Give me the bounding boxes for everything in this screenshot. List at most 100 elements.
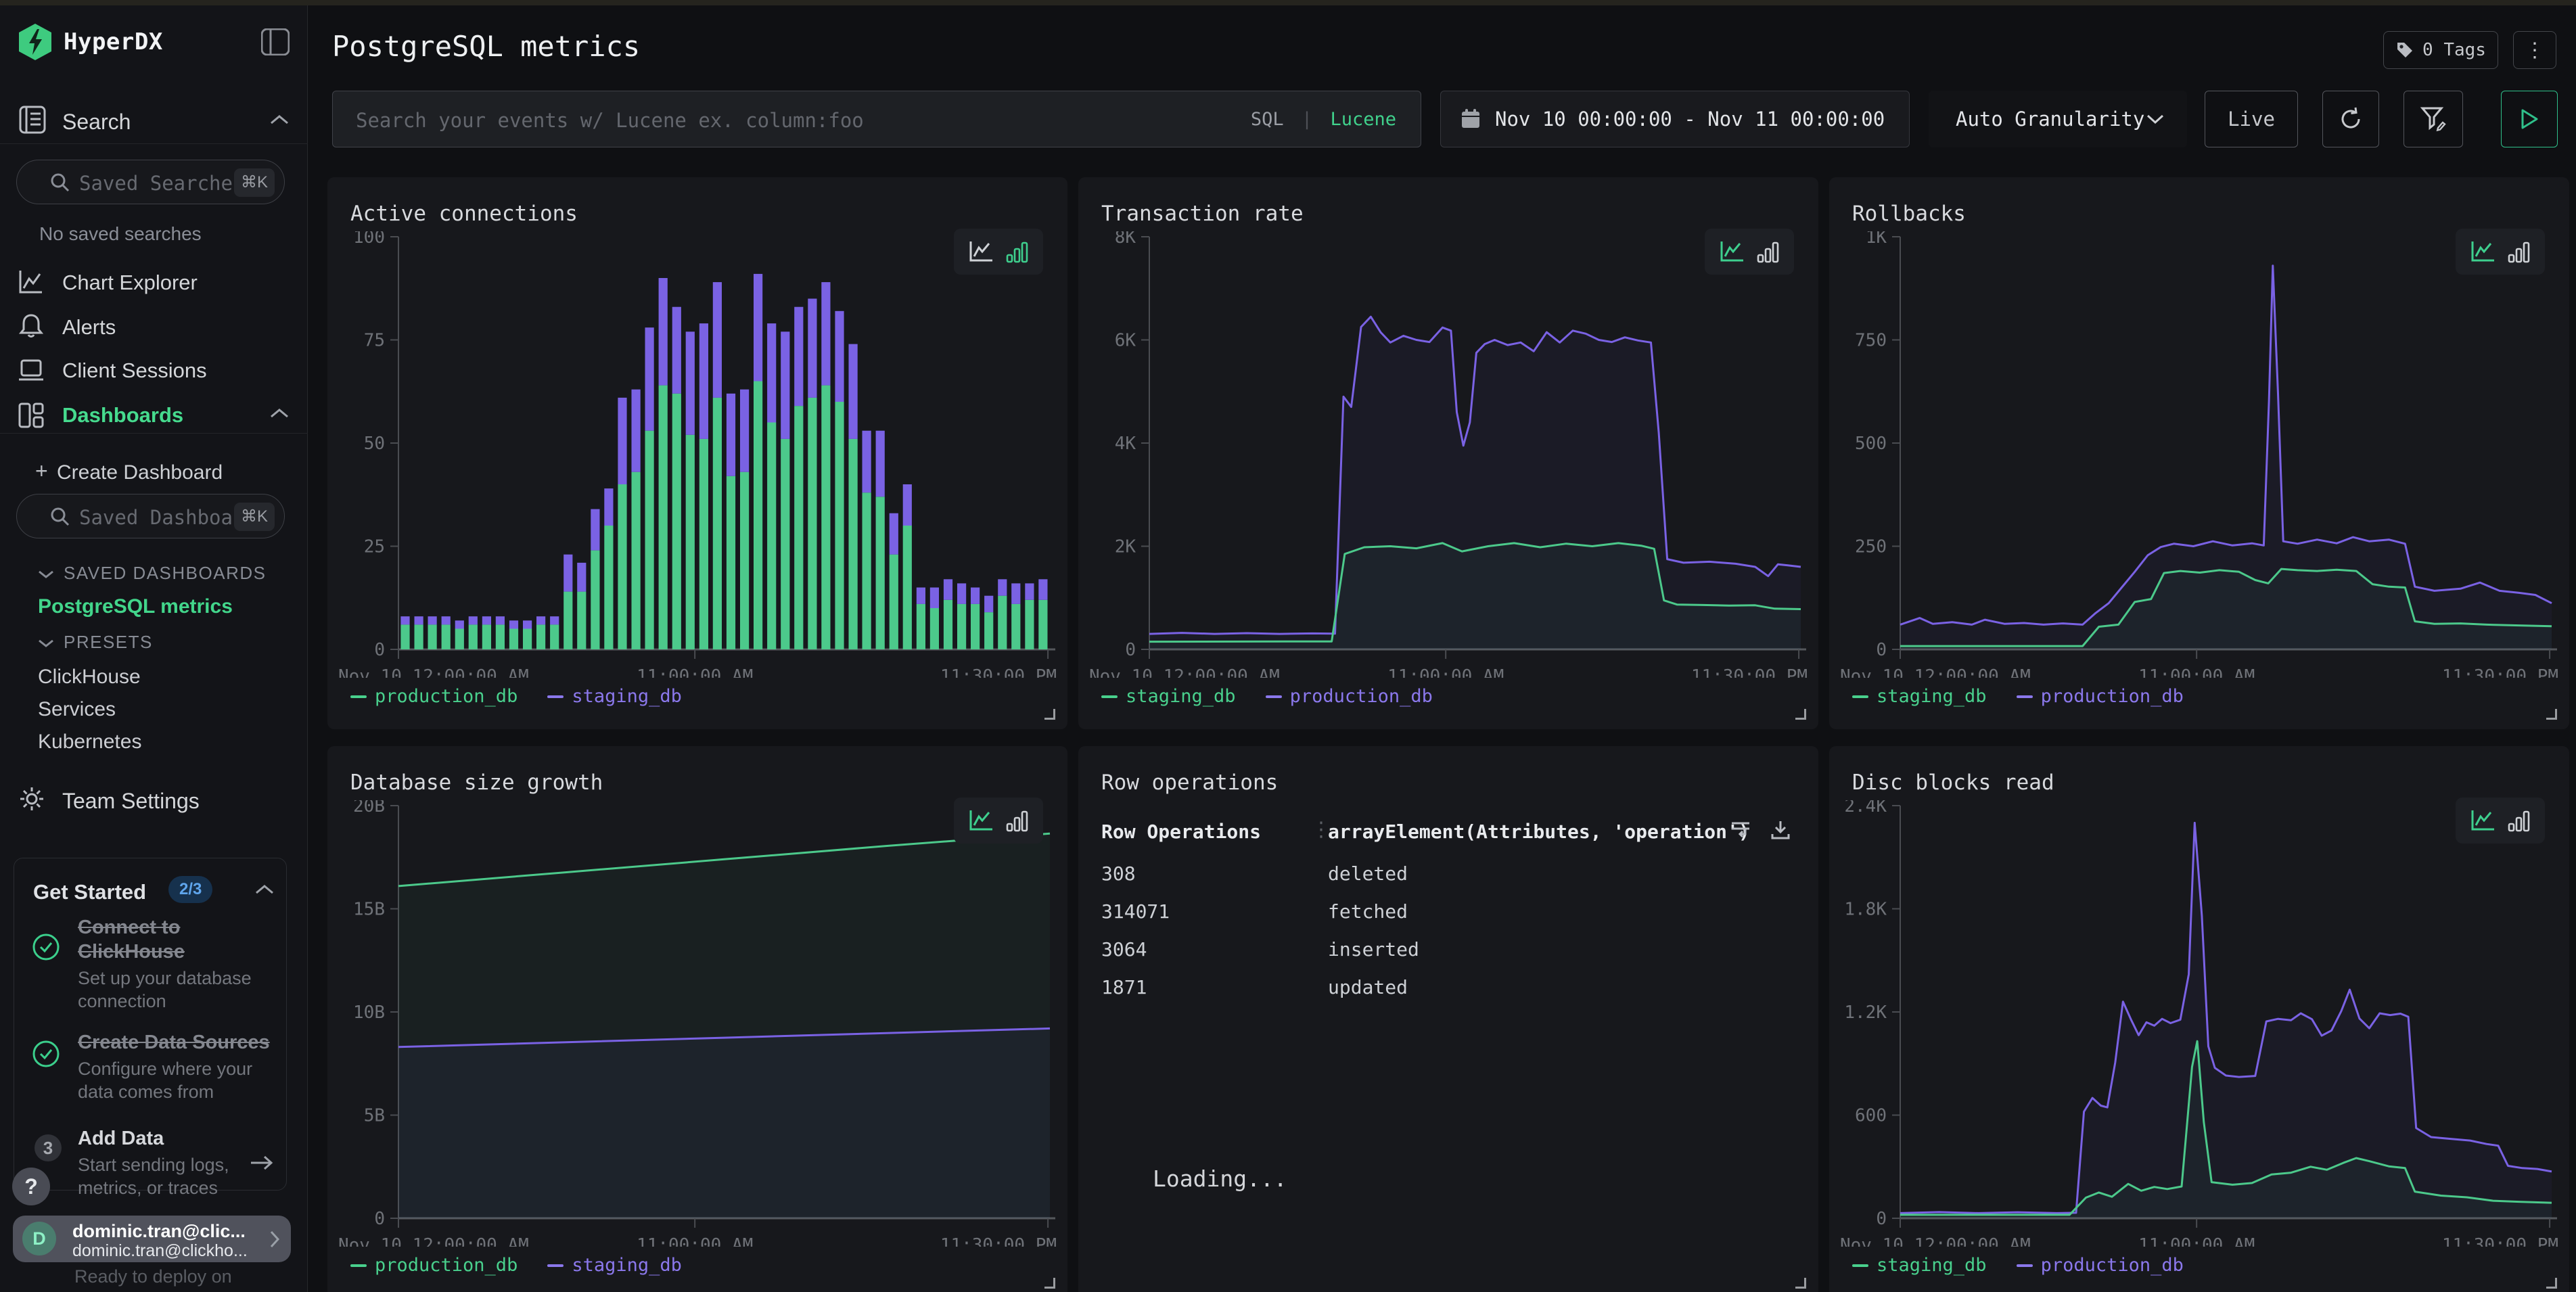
panel-disc-blocks-read: Disc blocks read 06001.2K1.8K2.4KNov 10 … (1829, 746, 2569, 1292)
sidebar-item-clickhouse[interactable]: ClickHouse (38, 666, 141, 689)
legend-item[interactable]: production_db (350, 686, 518, 707)
legend-item[interactable]: production_db (2017, 686, 2184, 707)
sidebar-item-dashboards[interactable]: Dashboards (62, 403, 183, 428)
line-chart-toggle-icon[interactable] (1719, 240, 1745, 263)
sidebar-item-postgresql-metrics[interactable]: PostgreSQL metrics (38, 595, 233, 618)
bar-staging_db (536, 616, 545, 624)
arrow-right-icon[interactable] (250, 1155, 274, 1171)
panel-resize-handle[interactable] (2546, 1278, 2557, 1289)
table-cell-value[interactable]: 308 (1101, 862, 1136, 885)
legend-item[interactable]: staging_db (1852, 1255, 1987, 1276)
bar-production_db (930, 608, 939, 649)
sidebar-item-kubernetes[interactable]: Kubernetes (38, 731, 141, 754)
panel-resize-handle[interactable] (1044, 709, 1055, 720)
user-profile-card[interactable]: D dominic.tran@clic... dominic.tran@clic… (13, 1216, 291, 1262)
bar-chart-toggle-icon[interactable] (2508, 240, 2531, 263)
create-dashboard-button[interactable]: Create Dashboard (57, 461, 223, 484)
refresh-button[interactable] (2322, 91, 2379, 147)
table-column-header[interactable]: arrayElement(Attributes, 'operation') (1328, 821, 1750, 843)
legend-item[interactable]: production_db (350, 1255, 518, 1276)
step-title[interactable]: ClickHouse (78, 941, 185, 963)
step-title[interactable]: Create Data Sources (78, 1032, 270, 1054)
chart-canvas[interactable]: 02K4K6K8KNov 10 12:00:00 AM11:00:00 AM11… (1088, 231, 1809, 678)
bar-chart-toggle-icon[interactable] (1757, 240, 1780, 263)
mode-lucene[interactable]: Lucene (1330, 109, 1396, 130)
live-button[interactable]: Live (2205, 91, 2298, 147)
x-tick-label: 11:00:00 AM (2138, 1235, 2255, 1247)
sidebar-item-search[interactable]: Search (62, 110, 131, 135)
chart-canvas[interactable]: 02505007501KNov 10 12:00:00 AM11:00:00 A… (1839, 231, 2560, 678)
line-chart-toggle-icon[interactable] (2470, 240, 2496, 263)
line-chart-toggle-icon[interactable] (968, 809, 994, 832)
sidebar-item-team-settings[interactable]: Team Settings (62, 789, 200, 814)
query-language-toggle[interactable]: SQL | Lucene (1251, 109, 1396, 130)
bar-production_db (672, 394, 681, 649)
page-title: PostgreSQL metrics (332, 30, 640, 63)
table-cell-operation[interactable]: fetched (1328, 900, 1408, 923)
bar-chart-toggle-icon[interactable] (1006, 240, 1029, 263)
legend-label: staging_db (572, 1255, 682, 1276)
sidebar-item-alerts[interactable]: Alerts (62, 315, 116, 340)
panel-resize-handle[interactable] (2546, 709, 2557, 720)
chevron-down-icon[interactable] (38, 570, 54, 579)
table-cell-operation[interactable]: inserted (1328, 938, 1419, 961)
y-tick-label: 1.8K (1844, 900, 1887, 920)
time-range-picker[interactable]: Nov 10 00:00:00 - Nov 11 00:00:00 (1440, 91, 1910, 147)
bar-chart-toggle-icon[interactable] (2508, 809, 2531, 832)
dashboards-collapse-chevron-icon[interactable] (269, 407, 290, 419)
legend-swatch (547, 695, 564, 698)
table-cell-operation[interactable]: deleted (1328, 862, 1408, 885)
legend-item[interactable]: production_db (2017, 1255, 2184, 1276)
chart-canvas[interactable]: 05B10B15B20BNov 10 12:00:00 AM11:00:00 A… (337, 800, 1058, 1247)
bar-chart-toggle-icon[interactable] (1006, 809, 1029, 832)
panel-resize-handle[interactable] (1795, 709, 1806, 720)
bar-staging_db (400, 616, 409, 624)
sidebar-collapse-icon[interactable] (261, 28, 290, 55)
tags-button[interactable]: 0 Tags (2383, 31, 2498, 69)
bar-production_db (496, 624, 505, 649)
filter-button[interactable] (2404, 91, 2463, 147)
sidebar-item-client-sessions[interactable]: Client Sessions (62, 359, 207, 383)
step-title[interactable]: Connect to (78, 917, 180, 939)
saved-searches-input[interactable]: Saved Searches ⌘K (16, 160, 285, 204)
chart-type-toggle (954, 798, 1043, 844)
granularity-select[interactable]: Auto Granularity (1929, 91, 2187, 147)
legend-item[interactable]: production_db (1266, 686, 1433, 707)
chart-canvas[interactable]: 0255075100Nov 10 12:00:00 AM11:00:00 AM1… (337, 231, 1058, 678)
mode-sql[interactable]: SQL (1251, 109, 1284, 130)
y-tick-label: 0 (1125, 640, 1136, 660)
legend-item[interactable]: staging_db (547, 686, 682, 707)
legend-item[interactable]: staging_db (547, 1255, 682, 1276)
table-cell-value[interactable]: 3064 (1101, 938, 1147, 961)
table-cell-value[interactable]: 1871 (1101, 976, 1147, 998)
panel-resize-handle[interactable] (1044, 1278, 1055, 1289)
series-area-production_db (1900, 823, 2552, 1218)
chevron-down-icon[interactable] (38, 639, 54, 648)
step-title[interactable]: Add Data (78, 1128, 164, 1150)
saved-dashboards-input[interactable]: Saved Dashboards ⌘K (16, 494, 285, 538)
user-email: dominic.tran@clickho... (72, 1241, 248, 1261)
legend-item[interactable]: staging_db (1852, 686, 1987, 707)
sort-icon[interactable] (1729, 819, 1752, 841)
line-chart-toggle-icon[interactable] (2470, 809, 2496, 832)
download-icon[interactable] (1770, 819, 1791, 841)
help-button[interactable]: ? (12, 1168, 50, 1205)
sidebar-item-chart-explorer[interactable]: Chart Explorer (62, 271, 198, 295)
presets-caption[interactable]: PRESETS (64, 632, 153, 653)
saved-dashboards-caption[interactable]: SAVED DASHBOARDS (64, 563, 266, 584)
run-query-button[interactable] (2501, 91, 2558, 147)
x-tick-label: 11:00:00 AM (637, 666, 753, 678)
table-cell-operation[interactable]: updated (1328, 976, 1408, 998)
table-column-header[interactable]: Row Operations (1101, 821, 1261, 843)
panel-resize-handle[interactable] (1795, 1278, 1806, 1289)
events-search-input[interactable]: Search your events w/ Lucene ex. column:… (332, 91, 1421, 147)
sidebar-item-services[interactable]: Services (38, 698, 116, 721)
line-chart-toggle-icon[interactable] (968, 240, 994, 263)
legend-item[interactable]: staging_db (1101, 686, 1236, 707)
table-cell-value[interactable]: 314071 (1101, 900, 1170, 923)
legend-swatch (1852, 695, 1868, 698)
kebab-menu-button[interactable]: ⋮ (2513, 31, 2556, 69)
chart-canvas[interactable]: 06001.2K1.8K2.4KNov 10 12:00:00 AM11:00:… (1839, 800, 2560, 1247)
get-started-collapse-chevron-icon[interactable] (255, 884, 274, 895)
search-collapse-chevron-icon[interactable] (269, 114, 290, 126)
